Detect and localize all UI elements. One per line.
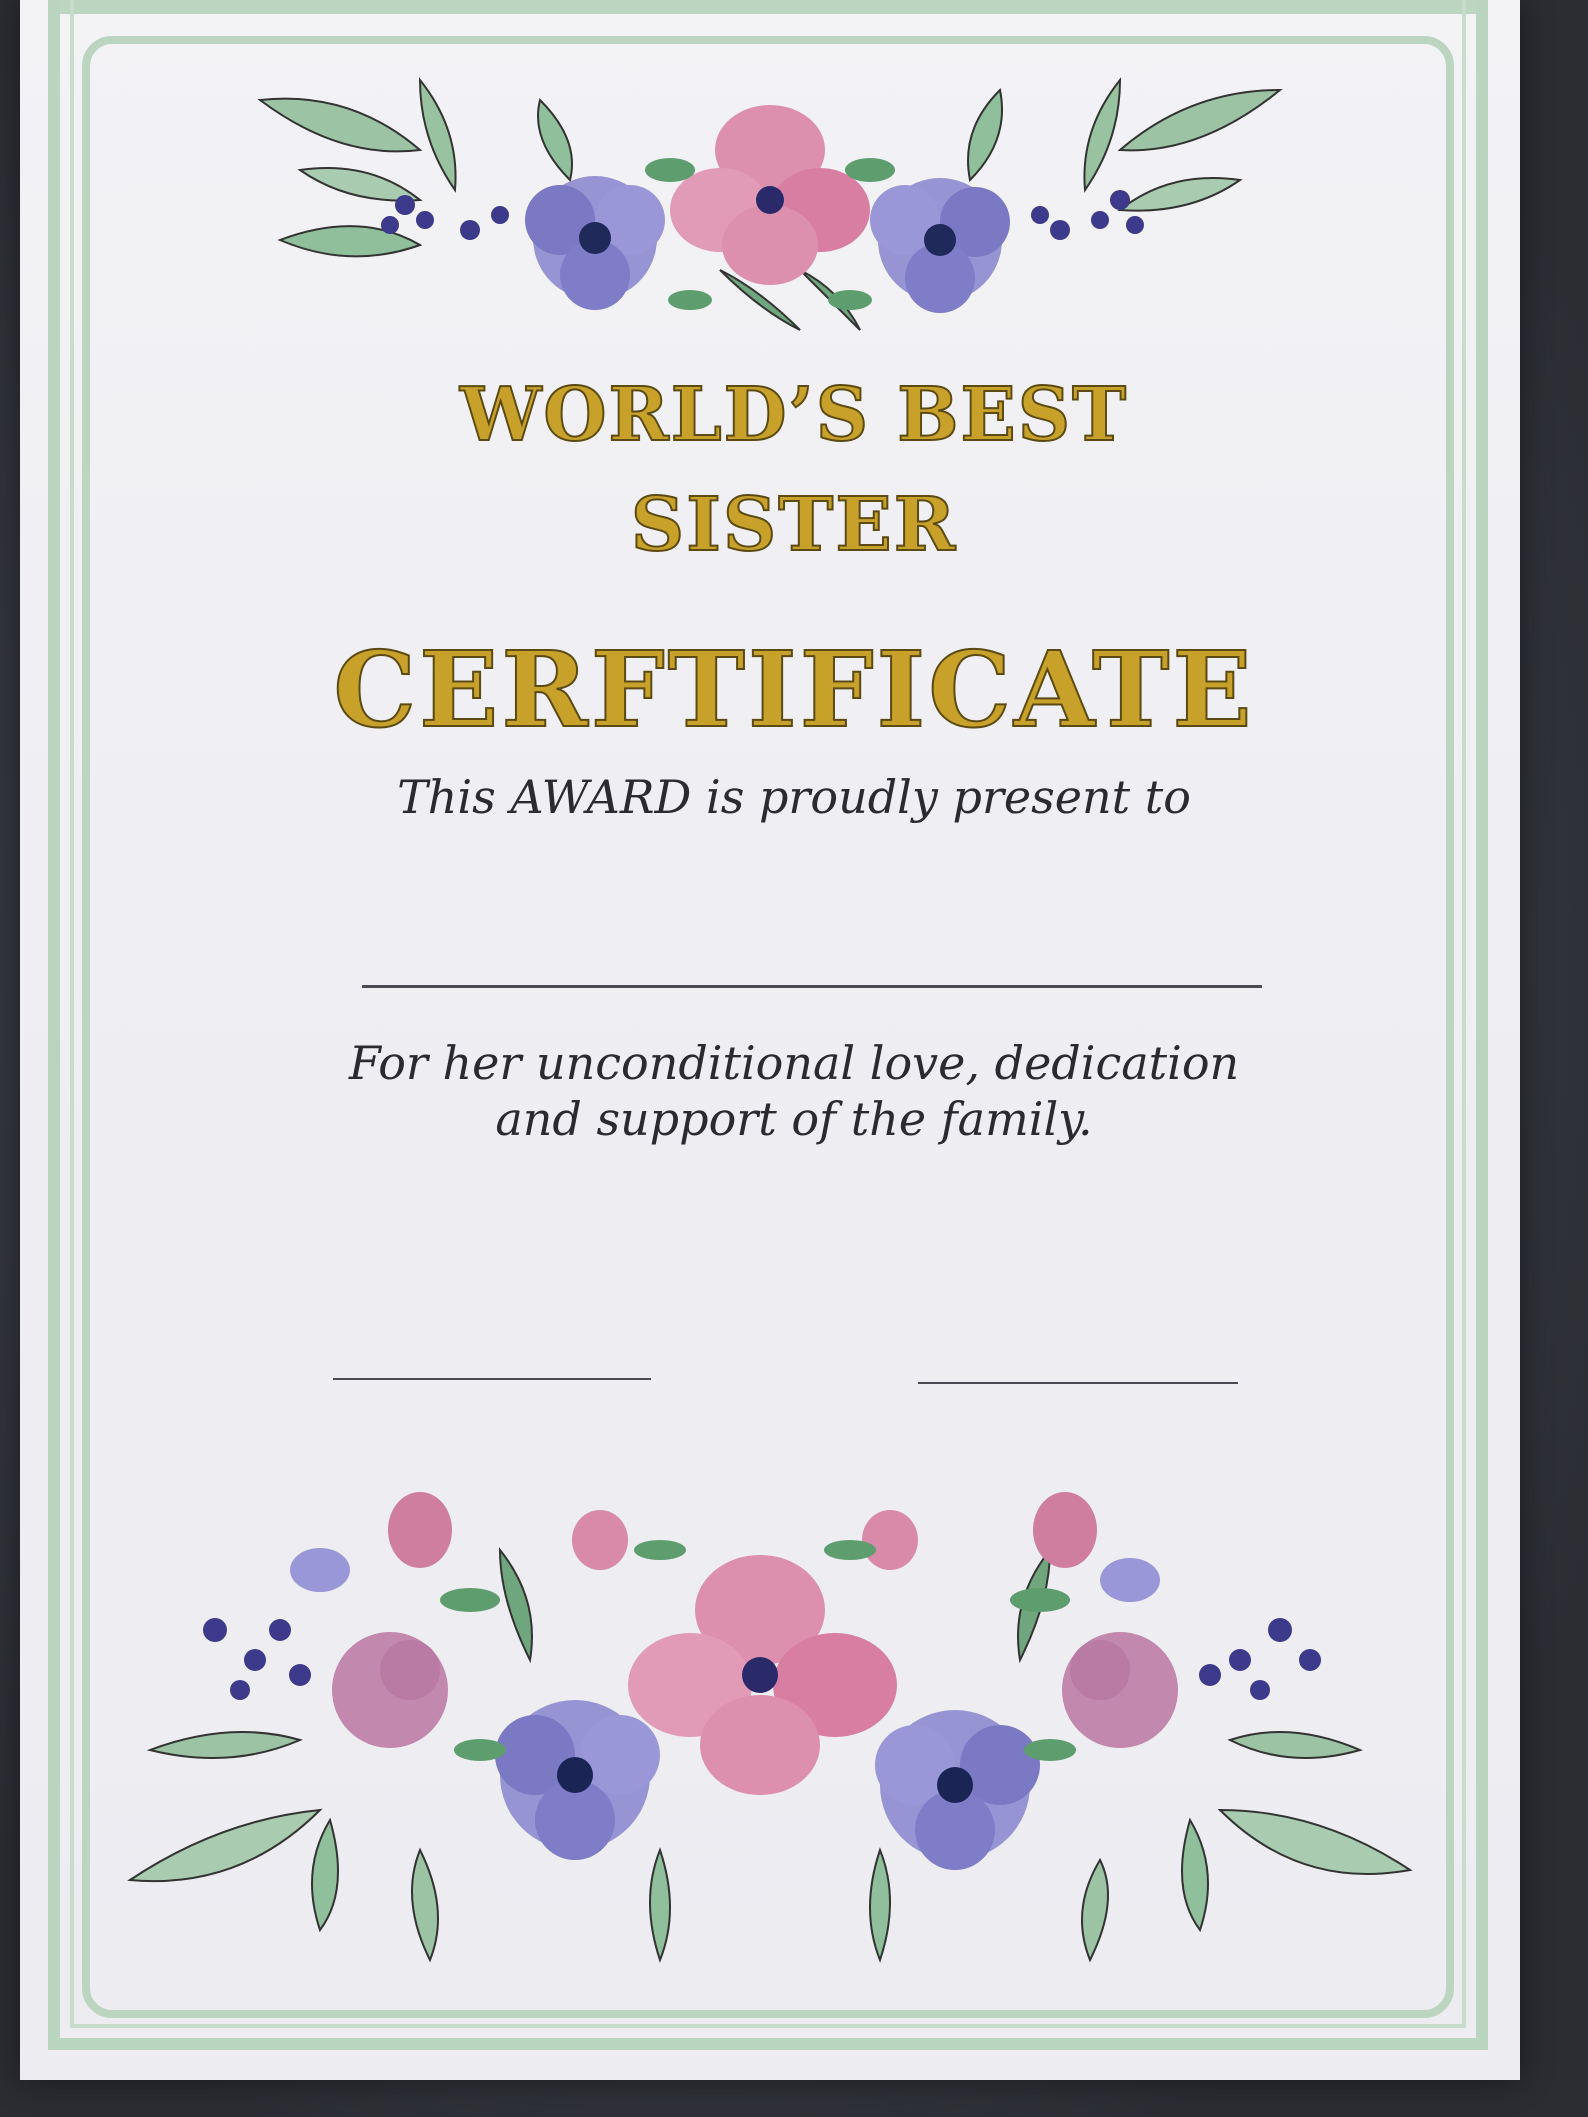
purple-flower-icon bbox=[495, 1700, 660, 1860]
pink-flower-icon bbox=[670, 105, 870, 285]
reason-text: For her unconditional love, dedication a… bbox=[0, 1035, 1588, 1147]
purple-flower-icon bbox=[870, 178, 1010, 313]
pink-flower-icon bbox=[628, 1555, 897, 1795]
bottom-floral-garland bbox=[127, 1492, 1413, 1963]
reason-line-2: and support of the family. bbox=[495, 1092, 1093, 1146]
top-floral-garland bbox=[257, 77, 1283, 331]
title-sister: SISTER bbox=[630, 481, 958, 569]
purple-flower-icon bbox=[875, 1710, 1040, 1870]
signature-line-left bbox=[333, 1378, 651, 1380]
signature-line-right bbox=[918, 1382, 1238, 1384]
recipient-name-line bbox=[362, 985, 1262, 988]
purple-flower-icon bbox=[525, 176, 665, 310]
title-worlds-best: WORLD’S BEST bbox=[459, 371, 1129, 459]
presented-to-text: This AWARD is proudly present to bbox=[397, 770, 1191, 824]
reason-line-1: For her unconditional love, dedication bbox=[348, 1036, 1240, 1090]
title-certificate: CERFTIFICATE bbox=[332, 627, 1255, 752]
